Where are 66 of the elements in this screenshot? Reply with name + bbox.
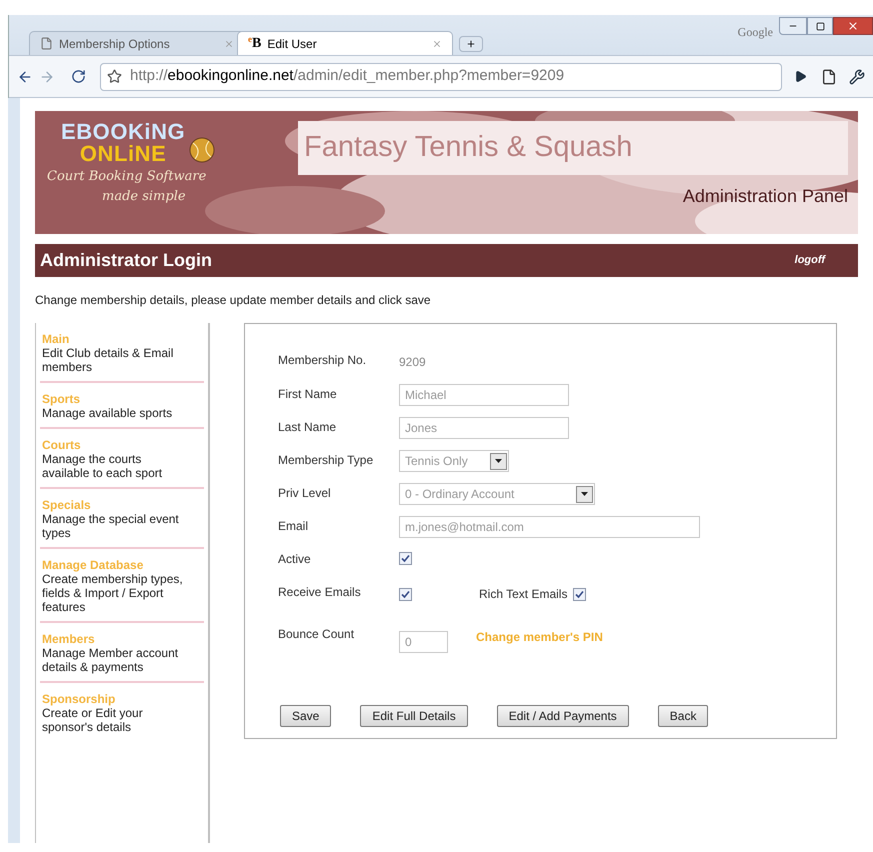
field-label: Bounce Count bbox=[278, 626, 356, 643]
sidebar-item[interactable]: Sponsorship Create or Edit your sponsor's details bbox=[40, 683, 204, 741]
plus-icon bbox=[466, 39, 476, 49]
form-button[interactable]: Back bbox=[658, 705, 708, 727]
checkbox[interactable] bbox=[399, 588, 412, 600]
sidebar-item-title: Specials bbox=[42, 498, 92, 512]
field-label: Membership Type bbox=[278, 452, 374, 469]
sidebar-item-description: Manage the courts available to each sport bbox=[42, 452, 164, 480]
logoff-link[interactable]: logoff bbox=[794, 252, 853, 269]
browser-tab[interactable]: $^{e}$B Edit User bbox=[237, 31, 453, 55]
sidebar-item-description: Manage the special event types bbox=[42, 512, 180, 540]
page-menu-icon[interactable] bbox=[821, 68, 837, 84]
tagline: made simple bbox=[101, 188, 187, 206]
sidebar-item[interactable]: Courts Manage the courts available to each sport bbox=[40, 429, 204, 489]
field-label: Membership No. bbox=[278, 352, 368, 369]
panel-title: Administration Panel bbox=[682, 185, 848, 208]
logo-text: ONLiNE bbox=[80, 143, 166, 165]
browser-brand: Google bbox=[738, 24, 773, 41]
star-icon[interactable] bbox=[107, 69, 122, 84]
sidebar-item-title: Main bbox=[42, 332, 70, 346]
sidebar-item-title: Members bbox=[42, 632, 96, 646]
form-button[interactable]: Save bbox=[280, 705, 332, 727]
intro-text: Change membership details, please update member details and click save bbox=[35, 292, 432, 309]
wrench-icon[interactable] bbox=[849, 68, 865, 84]
reload-icon[interactable] bbox=[71, 69, 86, 84]
sidebar-item-description: Edit Club details & Email members bbox=[42, 346, 174, 374]
sidebar-item-title: Courts bbox=[42, 438, 82, 452]
sidebar-item-title: Sports bbox=[42, 392, 82, 406]
sidebar-item[interactable]: Sports Manage available sports bbox=[40, 383, 204, 429]
site-favicon: $^{e}$B bbox=[248, 36, 262, 50]
field-label: Active bbox=[278, 551, 312, 568]
membership-number: 9209 bbox=[399, 355, 426, 369]
close-icon[interactable] bbox=[833, 17, 873, 35]
field-label: Receive Emails bbox=[278, 584, 362, 601]
sidebar-item-description: Manage Member account details & payments bbox=[42, 646, 180, 674]
checkbox[interactable] bbox=[399, 552, 412, 565]
maximize-icon[interactable] bbox=[807, 17, 833, 35]
field-label: Last Name bbox=[278, 419, 338, 436]
url-text: http://ebookingonline.net/admin/edit_member.php?member=9209 bbox=[130, 66, 564, 86]
sidebar-item-title: Manage Database bbox=[42, 558, 144, 572]
play-icon[interactable] bbox=[794, 70, 807, 83]
form-button[interactable]: Edit / Add Payments bbox=[496, 705, 629, 727]
sidebar-item[interactable]: Manage Database Create membership types, fields & Import / Export features bbox=[40, 549, 204, 623]
sidebar-item-description: Create membership types, fields & Import / Export features bbox=[42, 572, 184, 614]
new-tab-button[interactable] bbox=[459, 36, 483, 52]
field-label: Rich Text Emails bbox=[479, 586, 568, 603]
checkbox[interactable] bbox=[573, 588, 586, 600]
field-label: First Name bbox=[278, 386, 338, 403]
sidebar-item[interactable]: Specials Manage the special event types bbox=[40, 489, 204, 549]
page-title: Administrator Login bbox=[40, 249, 212, 272]
logo-text: EBOOKiNG bbox=[61, 121, 186, 143]
tab-close-icon[interactable] bbox=[432, 38, 442, 48]
address-bar[interactable]: http://ebookingonline.net/admin/edit_member.php?member=9209 bbox=[100, 62, 782, 90]
sidebar-item[interactable]: Main Edit Club details & Email members bbox=[40, 323, 204, 383]
field-label: Email bbox=[278, 518, 310, 535]
sidebar-item[interactable]: Members Manage Member account details & payments bbox=[40, 623, 204, 683]
club-name: Fantasy Tennis & Squash bbox=[298, 121, 848, 175]
sidebar-item-title: Sponsorship bbox=[42, 692, 116, 706]
field-label: Priv Level bbox=[278, 485, 332, 502]
back-icon[interactable] bbox=[17, 68, 33, 84]
form-button[interactable]: Edit Full Details bbox=[360, 705, 468, 727]
tagline: Court Booking Software bbox=[47, 168, 208, 186]
page-icon bbox=[40, 37, 53, 50]
sidebar-item-description: Create or Edit your sponsor's details bbox=[42, 706, 144, 734]
tennis-ball-icon bbox=[189, 137, 216, 163]
sidebar-item-description: Manage available sports bbox=[42, 406, 174, 420]
